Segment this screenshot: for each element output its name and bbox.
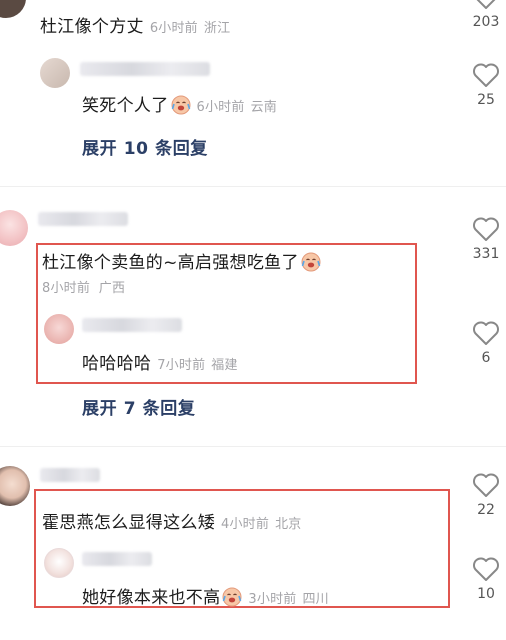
reply-location: 福建 [211, 358, 238, 373]
comment-text: 霍思燕怎么显得这么矮 4小时前 北京 [42, 508, 301, 533]
crying-laughing-emoji-icon [171, 95, 190, 115]
comment-body: 霍思燕怎么显得这么矮 [42, 513, 215, 533]
expand-replies-link[interactable]: 展开 7 条回复 [82, 394, 195, 419]
comment-text: 杜江像个卖鱼的~高启强想吃鱼了 [42, 248, 321, 273]
like-count: 6 [481, 350, 491, 366]
heart-outline-icon [473, 473, 499, 497]
comment-text: 杜江像个方丈 6小时前 浙江 [40, 12, 230, 37]
avatar[interactable] [40, 58, 70, 88]
reply-text: 笑死个人了 6小时前 云南 [82, 91, 277, 116]
crying-laughing-emoji-icon [301, 252, 321, 272]
avatar[interactable] [0, 466, 30, 506]
comment-time: 6小时前 [149, 21, 198, 36]
username-blurred [38, 212, 128, 226]
reply-location: 四川 [302, 592, 329, 607]
heart-outline-icon [476, 0, 496, 9]
like-count: 331 [472, 246, 500, 262]
reply-time: 3小时前 [248, 592, 297, 607]
crying-laughing-emoji-icon [222, 587, 242, 607]
like-button[interactable]: 331 [466, 216, 506, 262]
expand-replies-link[interactable]: 展开 10 条回复 [82, 134, 208, 159]
avatar[interactable] [0, 210, 28, 246]
avatar[interactable] [0, 0, 26, 18]
divider [0, 446, 506, 447]
reply-body: 她好像本来也不高 [82, 588, 221, 608]
like-button[interactable]: 22 [466, 472, 506, 518]
like-button[interactable]: 203 [466, 0, 506, 30]
reply-time: 7小时前 [157, 358, 206, 373]
username-blurred [80, 62, 210, 76]
heart-outline-icon [473, 63, 499, 87]
comment-time: 4小时前 [221, 517, 270, 532]
like-count: 10 [477, 586, 495, 602]
reply-text: 她好像本来也不高 3小时前 四川 [82, 583, 329, 608]
comment-location: 广西 [98, 281, 126, 296]
comment-body: 杜江像个卖鱼的~高启强想吃鱼了 [42, 253, 299, 273]
avatar[interactable] [44, 314, 74, 344]
comment-meta: 8小时前 广西 [42, 277, 125, 296]
like-count: 22 [477, 502, 495, 518]
username-blurred [82, 552, 152, 566]
heart-outline-icon [473, 557, 499, 581]
reply-body: 哈哈哈哈 [82, 354, 152, 374]
heart-outline-icon [473, 217, 499, 241]
comment-location: 北京 [275, 517, 302, 532]
like-button[interactable]: 6 [466, 320, 506, 366]
avatar[interactable] [44, 548, 74, 578]
reply-location: 云南 [250, 100, 277, 115]
reply-body: 笑死个人了 [82, 96, 169, 116]
reply-text: 哈哈哈哈 7小时前 福建 [82, 349, 238, 374]
like-button[interactable]: 25 [466, 62, 506, 108]
comment-location: 浙江 [203, 21, 231, 36]
comment-time: 8小时前 [42, 281, 91, 296]
username-blurred [82, 318, 182, 332]
heart-outline-icon [473, 321, 499, 345]
like-button[interactable]: 10 [466, 556, 506, 602]
reply-time: 6小时前 [196, 100, 245, 115]
divider [0, 186, 506, 187]
like-count: 25 [477, 92, 495, 108]
username-blurred [40, 468, 100, 482]
comment-body: 杜江像个方丈 [40, 17, 144, 37]
like-count: 203 [472, 14, 500, 30]
